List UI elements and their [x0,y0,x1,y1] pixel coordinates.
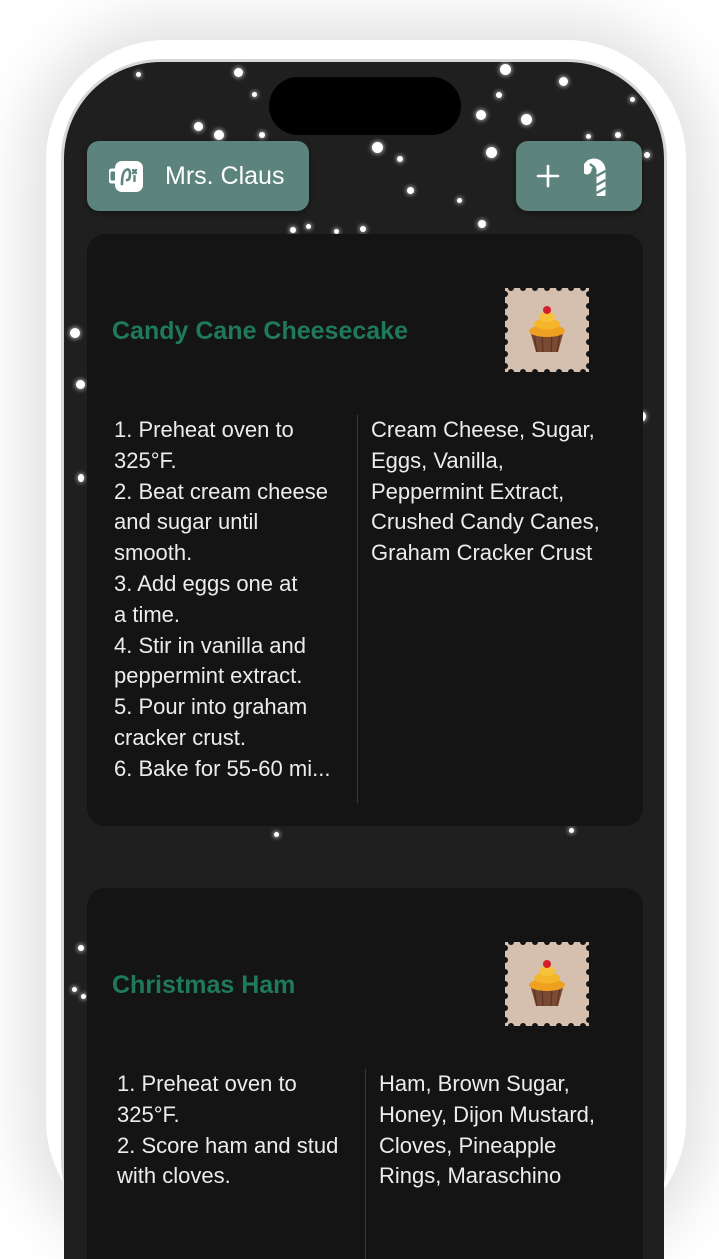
recipe-title: Christmas Ham [112,971,296,999]
profile-button[interactable]: Mrs. Claus [87,141,309,211]
cupcake-stamp-icon [502,285,592,375]
mug-icon [109,161,143,192]
recipe-card[interactable]: Candy Cane Cheesecake 1. Preheat oven to… [87,234,643,826]
steps-text: 1. Preheat oven to 325°F. 2. Score ham and… [117,1071,339,1189]
plus-icon[interactable] [536,164,560,188]
recipe-card[interactable]: Christmas Ham 1. Preheat oven to 325°F. 2.… [87,888,643,1259]
recipe-title: Candy Cane Cheesecake [112,317,408,345]
ingredients-text: Cream Cheese, Sugar, Eggs, Vanilla, Pepper… [371,417,600,566]
phone-frame: Mrs. Claus Candy Cane Cheesecake 1. Preh… [61,59,667,1259]
cupcake-stamp-icon [502,939,592,1029]
header-actions [516,141,642,211]
profile-name: Mrs. Claus [165,161,285,190]
steps-text: 1. Preheat oven to 325°F. 2. Beat cream ch… [114,417,331,781]
column-divider [357,415,358,803]
dynamic-island [269,77,461,135]
ingredients-text: Ham, Brown Sugar, Honey, Dijon Mustard, Cl… [379,1071,596,1189]
column-divider [365,1069,366,1259]
recipe-ingredients: Cream Cheese, Sugar, Eggs, Vanilla, Pepper… [371,415,621,569]
candy-cane-icon[interactable] [584,156,612,196]
recipe-steps: 1. Preheat oven to 325°F. 2. Beat cream ch… [114,415,346,785]
app-screen: Mrs. Claus Candy Cane Cheesecake 1. Preh… [64,62,664,1259]
